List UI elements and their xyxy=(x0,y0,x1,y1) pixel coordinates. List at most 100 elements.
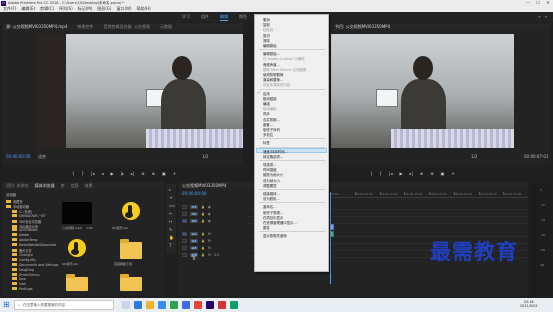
lock-icon[interactable]: 🔒 xyxy=(201,253,205,257)
lock-icon[interactable]: 🔒 xyxy=(201,205,205,209)
task-view-icon[interactable] xyxy=(122,301,130,309)
track-select-icon[interactable]: ⇥ xyxy=(169,195,172,200)
add-button-icon[interactable]: + xyxy=(451,171,454,176)
track-target-toggle[interactable] xyxy=(182,253,187,257)
ripple-edit-icon[interactable]: ⟺ xyxy=(169,203,175,208)
folder-tree-item[interactable]: DingDing xyxy=(12,267,34,272)
mark-in-icon[interactable]: { xyxy=(370,171,373,176)
tab-media-browser[interactable]: 媒体浏览器 xyxy=(35,183,55,189)
context-menu-item[interactable]: 显示剪辑关键帧 xyxy=(263,233,287,238)
app-icon[interactable] xyxy=(170,301,178,309)
track-name[interactable]: V3 xyxy=(190,205,198,209)
insert-icon[interactable]: ⊕ xyxy=(141,171,144,176)
track-name[interactable]: V2 xyxy=(190,212,198,216)
qq-music-icon[interactable] xyxy=(122,202,140,220)
folder-tree-item[interactable]: ChangJie xyxy=(12,252,33,257)
track-target-toggle[interactable] xyxy=(182,205,187,209)
premiere-taskbar-icon[interactable] xyxy=(206,301,214,309)
tab-info[interactable]: 信息 xyxy=(71,183,79,189)
mute-icon[interactable]: M xyxy=(208,246,211,250)
tab-sequence[interactable]: 公交视频MVI03350MP4 xyxy=(182,183,227,189)
eye-icon[interactable]: ◉ xyxy=(208,212,211,216)
source-fit-select[interactable]: 适合 xyxy=(38,154,46,160)
app-icon[interactable] xyxy=(230,301,238,309)
tab-effects[interactable]: 效果 xyxy=(85,183,93,189)
play-icon[interactable]: ▶ xyxy=(399,171,402,176)
program-video-frame[interactable] xyxy=(331,34,514,148)
track-header-video[interactable]: V3 🔒 ◉ xyxy=(182,204,244,210)
folder-tree-item[interactable]: BaiduNetdiskDownload xyxy=(12,243,56,247)
folder-tree-item[interactable]: 收藏夹 xyxy=(6,199,23,204)
file-explorer-icon[interactable] xyxy=(146,301,154,309)
context-menu-item[interactable]: 编辑原始 xyxy=(263,43,277,48)
browser-icon[interactable] xyxy=(182,301,190,309)
mark-in-icon[interactable]: { xyxy=(72,171,75,176)
track-target-toggle[interactable] xyxy=(182,232,187,236)
app-icon[interactable] xyxy=(194,301,202,309)
timeline-timecode[interactable]: 00:00:00:00 xyxy=(182,191,206,196)
add-button-icon[interactable]: + xyxy=(173,171,176,176)
track-target-toggle[interactable] xyxy=(182,246,187,250)
folder-tree-item[interactable]: Documents and Settings xyxy=(12,262,58,267)
hand-tool-icon[interactable]: ✋ xyxy=(169,235,174,240)
context-menu-item[interactable]: 帧定格选项... xyxy=(263,154,283,159)
go-to-out-icon[interactable]: ▸| xyxy=(410,171,413,176)
windows-start-icon[interactable]: ⊞ xyxy=(3,300,10,309)
track-header-video[interactable]: V2 🔒 ◉ xyxy=(182,211,244,217)
go-to-out-icon[interactable]: ▸| xyxy=(131,171,134,176)
track-name[interactable]: A3 xyxy=(190,246,198,250)
context-menu-item[interactable]: 标签 xyxy=(263,140,270,145)
clip-thumbnail[interactable] xyxy=(62,202,92,224)
mute-icon[interactable]: M xyxy=(208,239,211,243)
export-frame-icon[interactable]: ▣ xyxy=(162,171,166,176)
go-to-in-icon[interactable]: |◂ xyxy=(91,171,94,176)
folder-icon[interactable] xyxy=(66,274,88,291)
folder-tree-item[interactable]: Adobe xyxy=(12,233,29,237)
selection-tool-icon[interactable]: ▸ xyxy=(169,187,171,192)
track-header-audio[interactable]: A1 🔒 M xyxy=(182,231,244,237)
workspace-learn[interactable]: 学习 xyxy=(182,14,190,20)
folder-tree-item[interactable]: 本地驱动器 xyxy=(6,204,29,209)
folder-tree-item[interactable]: AdobeTemp xyxy=(12,238,38,242)
context-menu-item[interactable]: 属性 xyxy=(263,225,270,230)
time-ruler[interactable]: 00:00 00:00:05:00 00:00:10:00 00:00:15:00 00… xyxy=(330,192,528,198)
overwrite-icon[interactable]: ⊕ xyxy=(152,171,155,176)
tab-program[interactable]: 节目: 公交视频MVI03350MP4 xyxy=(335,24,390,30)
slip-tool-icon[interactable]: ↔ xyxy=(169,219,172,224)
source-video-frame[interactable] xyxy=(36,34,243,148)
folder-tree-item[interactable]: PerfLogs xyxy=(12,287,33,291)
lift-icon[interactable]: ⊕ xyxy=(420,171,423,176)
tab-effect-controls[interactable]: 效果控件 xyxy=(77,24,93,30)
mark-out-icon[interactable]: } xyxy=(380,171,383,176)
folder-icon[interactable] xyxy=(120,239,142,259)
master-volume-value[interactable]: 0.0 xyxy=(214,253,219,257)
mark-out-icon[interactable]: } xyxy=(82,171,85,176)
track-header-video[interactable]: V1 🔒 ◉ xyxy=(182,218,244,224)
store-icon[interactable] xyxy=(158,301,166,309)
lock-icon[interactable]: 🔒 xyxy=(201,246,205,250)
folder-tree-item[interactable]: ADSI.Nodes xyxy=(12,228,38,232)
lock-icon[interactable]: 🔒 xyxy=(201,219,205,223)
track-header-master[interactable]: 主声道 🔒 M 0.0 xyxy=(182,252,244,260)
tab-libraries[interactable]: 库 xyxy=(61,183,65,189)
playhead[interactable] xyxy=(330,192,331,284)
context-menu-item[interactable]: 调整图层 xyxy=(263,183,277,188)
folder-tree-item[interactable]: C: (系统) xyxy=(12,209,32,214)
export-frame-icon[interactable]: ▣ xyxy=(441,171,445,176)
browser-path[interactable]: 此电脑 xyxy=(6,192,16,197)
folder-tree-item[interactable]: 备份文件 xyxy=(12,248,32,253)
track-header-audio[interactable]: A2 🔒 M xyxy=(182,238,244,244)
mute-icon[interactable]: M xyxy=(208,253,211,257)
step-forward-icon[interactable]: |▸ xyxy=(121,171,124,176)
lock-icon[interactable]: 🔒 xyxy=(201,239,205,243)
lock-icon[interactable]: 🔒 xyxy=(201,232,205,236)
lock-icon[interactable]: 🔒 xyxy=(201,212,205,216)
app-icon[interactable] xyxy=(218,301,226,309)
eye-icon[interactable]: ◉ xyxy=(208,219,211,223)
step-back-icon[interactable]: ◂ xyxy=(101,171,103,176)
folder-tree-item[interactable]: DriverGenius xyxy=(12,272,40,277)
workspace-editing[interactable]: 编辑 xyxy=(220,14,228,21)
source-timecode[interactable]: 00:00:00:00 xyxy=(6,154,30,159)
tab-source[interactable]: 源: 公交视频MVI03350MP4.mp4 xyxy=(6,24,67,30)
track-name[interactable]: A2 xyxy=(190,239,198,243)
